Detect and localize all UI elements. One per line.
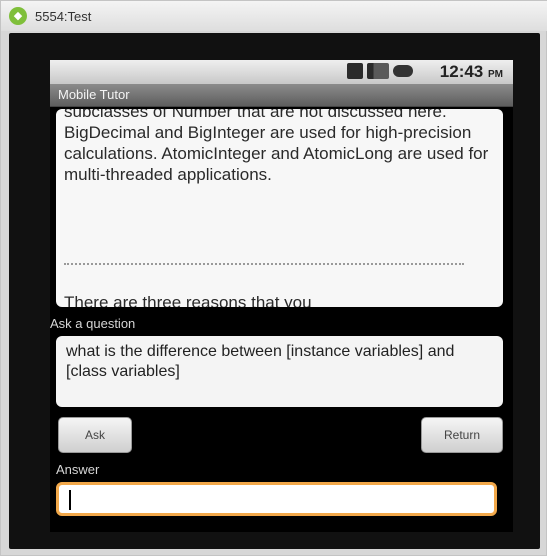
answer-label: Answer [56,462,100,477]
answer-field[interactable] [56,482,497,516]
answer-input[interactable] [69,489,493,511]
app-title: Mobile Tutor [58,87,130,102]
question-input[interactable]: what is the difference between [instance… [56,336,503,407]
clock-ampm: PM [488,69,503,80]
app-title-bar: Mobile Tutor [50,84,513,107]
lesson-content-scroll[interactable]: subclasses of Number that are not discus… [56,109,503,307]
signal-icon [367,63,389,79]
status-bar: 12:43 PM [50,60,513,84]
text-cursor [69,490,71,510]
lesson-text: subclasses of Number that are not discus… [64,109,494,184]
content-divider [64,263,464,265]
emulator-window: ◆ 5554:Test 12:43 PM Mobile Tutor subcla… [0,0,547,556]
return-button[interactable]: Return [421,417,503,453]
ask-question-label: Ask a question [50,316,136,331]
lesson-text-continued: There are three reasons that you [64,293,312,307]
battery-icon [393,65,413,77]
window-title: 5554:Test [35,9,92,24]
status-clock: 12:43 PM [440,62,503,82]
ask-button[interactable]: Ask [58,417,132,453]
network-icon [347,63,363,79]
window-titlebar: ◆ 5554:Test [1,1,547,31]
question-text: what is the difference between [instance… [66,343,459,380]
status-icons [347,63,413,79]
clock-time: 12:43 [439,62,484,81]
android-icon: ◆ [9,7,27,25]
device-screen: 12:43 PM Mobile Tutor subclasses of Numb… [50,60,513,532]
